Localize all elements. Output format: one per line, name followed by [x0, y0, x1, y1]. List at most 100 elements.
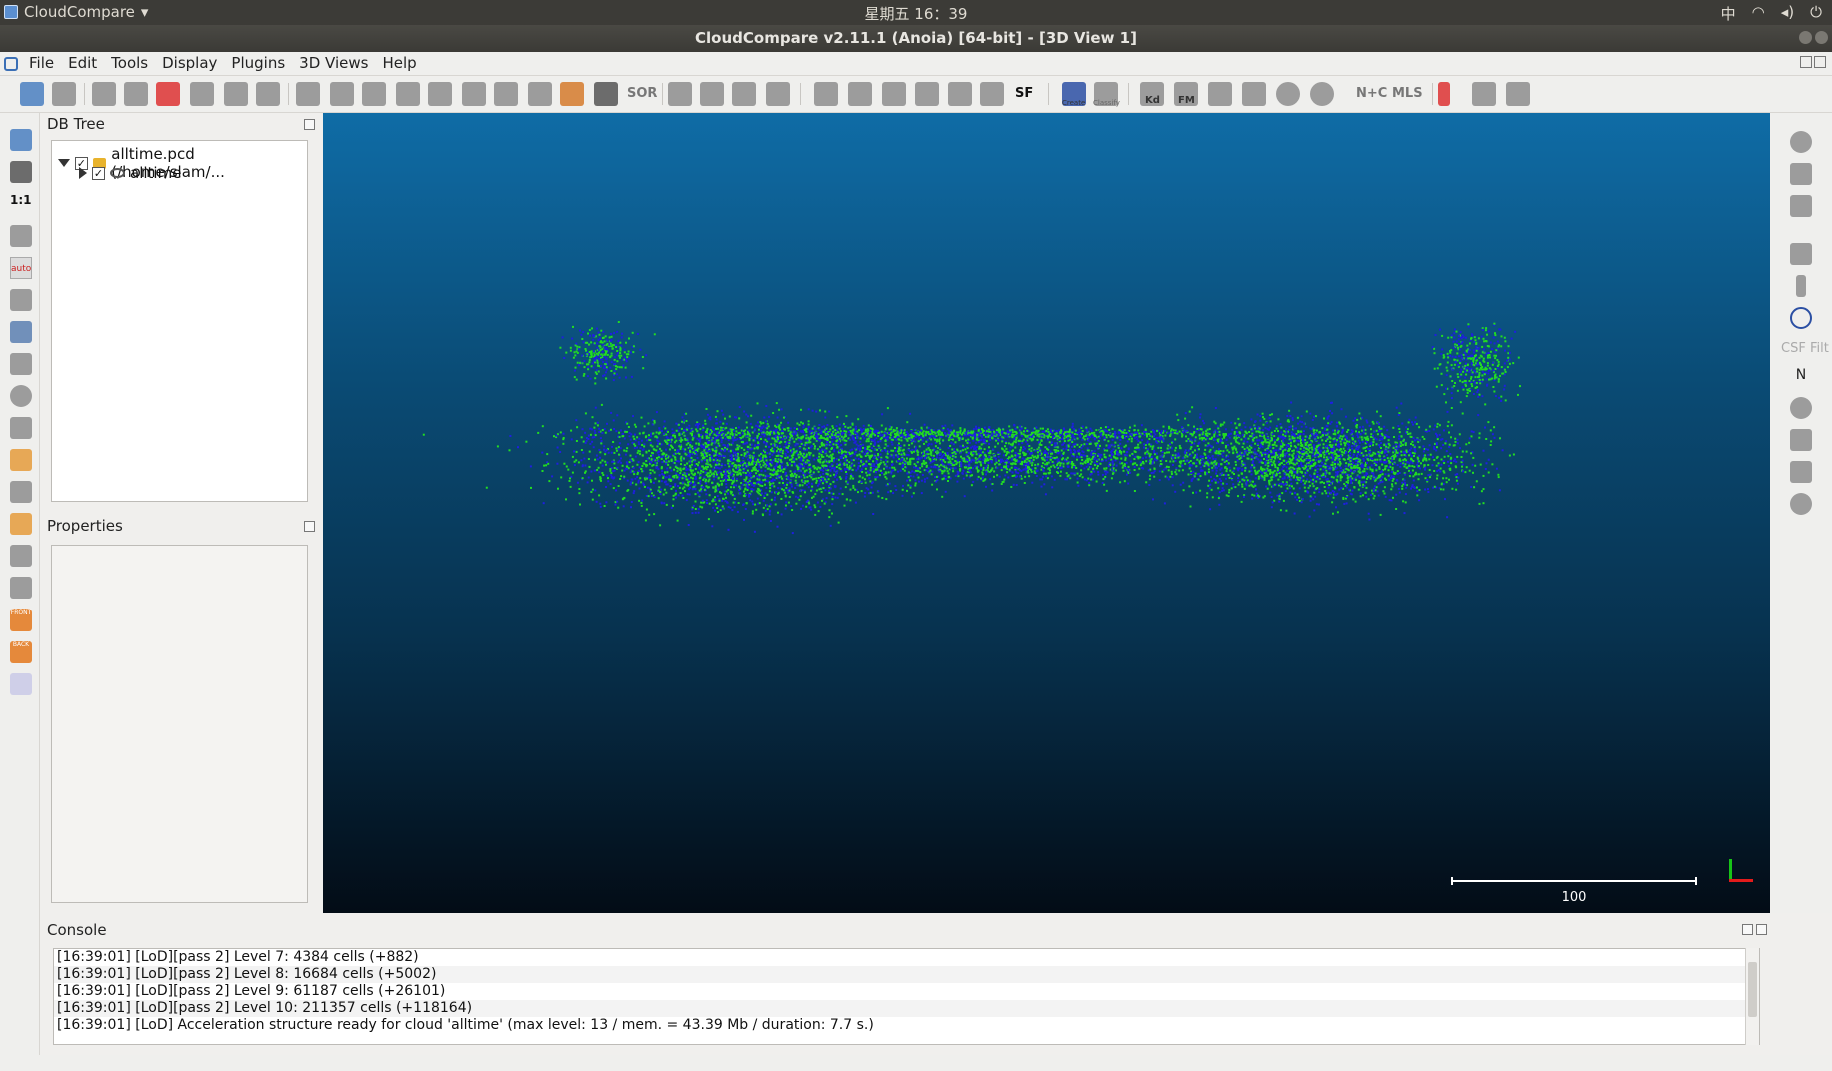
cloud-point [1400, 435, 1403, 438]
scissors-icon[interactable] [668, 82, 692, 106]
properties-float-button[interactable] [304, 521, 315, 532]
curve-icon[interactable] [848, 82, 872, 106]
input-method-indicator[interactable]: 中 [1721, 3, 1736, 24]
plane-icon[interactable] [732, 82, 756, 106]
top-view-icon[interactable] [10, 417, 32, 439]
menu-tools[interactable]: Tools [111, 54, 148, 72]
move-icon[interactable] [10, 353, 32, 375]
cloud-point [755, 463, 757, 466]
cloud-point [689, 458, 692, 461]
fullscreen-icon[interactable] [10, 129, 32, 151]
n-c-button[interactable]: N+C [1356, 86, 1387, 101]
front-view-icon[interactable] [10, 449, 32, 471]
list-icon[interactable] [124, 82, 148, 106]
plugin-b-icon[interactable] [1242, 82, 1266, 106]
restore-window-button[interactable] [1815, 31, 1828, 44]
menu-3d-views[interactable]: 3D Views [299, 54, 368, 72]
delete-icon[interactable] [256, 82, 280, 106]
mdi-restore-button[interactable] [1800, 56, 1812, 68]
wifi-icon[interactable]: ◠ [1752, 3, 1765, 24]
density-icon[interactable] [396, 82, 420, 106]
minimize-window-button[interactable] [1799, 31, 1812, 44]
cloud-label[interactable]: alltime [130, 164, 181, 182]
clock[interactable]: 星期五 16：39 [0, 3, 1832, 24]
table-icon[interactable] [915, 82, 939, 106]
export-icon[interactable] [1506, 82, 1530, 106]
pivot-icon[interactable] [10, 225, 32, 247]
cloud-checkbox[interactable]: ✓ [92, 166, 105, 180]
volume-icon[interactable]: ◂) [1781, 3, 1794, 24]
cc-label-icon[interactable] [528, 82, 552, 106]
add-icon[interactable] [948, 82, 972, 106]
cloud-point [1291, 458, 1294, 461]
translate-icon[interactable] [700, 82, 724, 106]
histogram-icon[interactable] [814, 82, 838, 106]
s-plugin-icon[interactable] [1438, 82, 1450, 106]
zoom-icon[interactable] [10, 385, 32, 407]
scatter-plugin-icon[interactable] [1472, 82, 1496, 106]
globe-icon[interactable] [1310, 82, 1334, 106]
open-icon[interactable] [20, 82, 44, 106]
segment-icon[interactable] [224, 82, 248, 106]
sample-icon[interactable] [296, 82, 320, 106]
save-icon[interactable] [52, 82, 76, 106]
menu-help[interactable]: Help [382, 54, 416, 72]
checkerboard-icon[interactable] [594, 82, 618, 106]
sf-button[interactable]: SF [1015, 86, 1033, 101]
back-view-icon[interactable] [10, 577, 32, 599]
right-view-icon[interactable] [10, 513, 32, 535]
expand-arrow-icon[interactable] [58, 159, 70, 167]
display-mode-icon[interactable] [10, 321, 32, 343]
tree-row-cloud[interactable]: ✓ alltime [79, 164, 181, 182]
sphere-icon[interactable] [1276, 82, 1300, 106]
stereo-icon[interactable] [10, 673, 32, 695]
cloud-point [1441, 438, 1444, 441]
properties-title: Properties [47, 517, 123, 535]
cloud-point [573, 450, 576, 453]
mdi-close-button[interactable] [1814, 56, 1826, 68]
cloud-point [496, 445, 499, 448]
collapse-arrow-icon[interactable] [79, 167, 87, 179]
rotation-icon[interactable] [10, 289, 32, 311]
min-max-icon[interactable] [882, 82, 906, 106]
power-icon[interactable]: ⏻ [1810, 3, 1822, 24]
cloud-point [649, 469, 652, 471]
plugin-a-icon[interactable] [1208, 82, 1232, 106]
menu-plugins[interactable]: Plugins [231, 54, 285, 72]
cloud-point [1378, 467, 1381, 470]
db-tree-float-button[interactable] [304, 119, 315, 130]
cloud-point [650, 435, 652, 438]
menu-edit[interactable]: Edit [68, 54, 97, 72]
fine-registration-icon[interactable] [494, 82, 518, 106]
merge-icon[interactable] [190, 82, 214, 106]
cloud-point [1345, 415, 1347, 418]
color-icon[interactable] [560, 82, 584, 106]
menu-display[interactable]: Display [162, 54, 217, 72]
zoom-1-1-button[interactable]: 1:1 [10, 193, 32, 215]
sor-filter-button[interactable]: SOR [627, 86, 657, 101]
cloud-point [1470, 452, 1473, 455]
cloud-point [613, 462, 616, 465]
iso-front-button[interactable]: FRONT [10, 609, 32, 631]
calculator-icon[interactable] [980, 82, 1004, 106]
transform-icon[interactable] [92, 82, 116, 106]
normals-icon[interactable] [330, 82, 354, 106]
mls-button[interactable]: MLS [1392, 86, 1423, 101]
registration-icon[interactable] [428, 82, 452, 106]
iso-back-button[interactable]: BACK [10, 641, 32, 663]
menu-file[interactable]: File [29, 54, 54, 72]
3d-view[interactable]: 100 [323, 113, 1770, 913]
cloud-point [1244, 466, 1247, 469]
cloud-point [1442, 460, 1445, 462]
cloud-point [1263, 468, 1266, 471]
cloud-point [1410, 457, 1413, 460]
camera-icon[interactable] [10, 161, 32, 183]
auto-pivot-toggle[interactable]: auto [10, 257, 32, 279]
bottom-view-icon[interactable] [10, 545, 32, 567]
left-view-icon[interactable] [10, 481, 32, 503]
subsample-icon[interactable] [362, 82, 386, 106]
cloud-point [669, 466, 672, 469]
cross-section-icon[interactable] [766, 82, 790, 106]
align-icon[interactable] [462, 82, 486, 106]
pick-point-icon[interactable] [156, 82, 180, 106]
